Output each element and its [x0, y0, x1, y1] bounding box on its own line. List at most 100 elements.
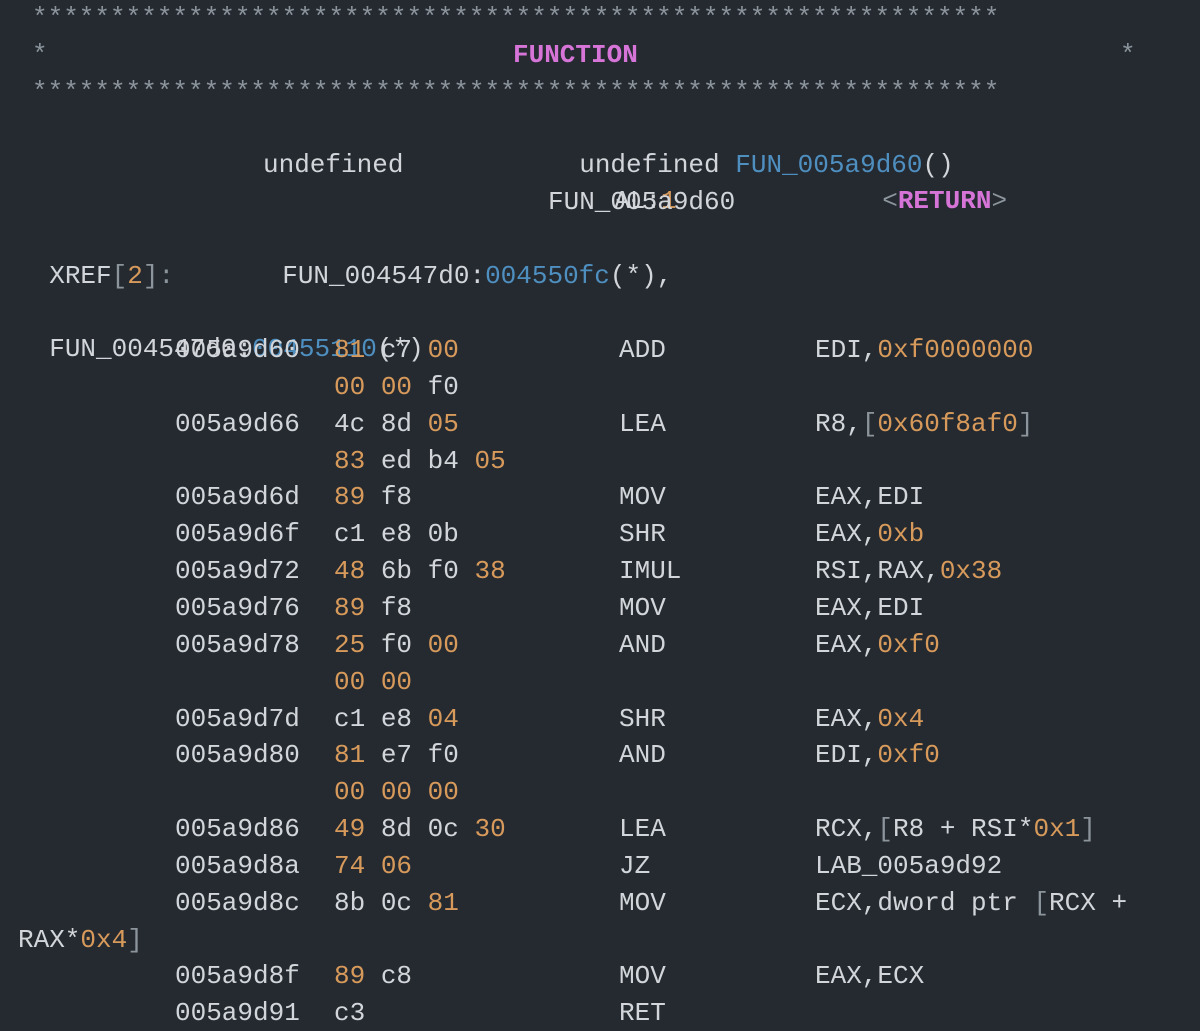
operand-part: [	[861, 408, 878, 439]
operand-part: R8 + RSI*	[893, 814, 1034, 845]
instruction-operands[interactable]: EAX,0x4	[815, 701, 924, 737]
header-star-border-top: ****************************************…	[32, 3, 1000, 33]
xref-ref-1[interactable]: FUN_004547d0:004550fc(*),	[251, 222, 672, 291]
operand-part: EAX,	[815, 519, 878, 550]
instruction-mnemonic[interactable]: LEA	[619, 811, 666, 847]
operand-part: [	[877, 814, 894, 845]
instruction-byte: 4c	[334, 408, 366, 439]
instruction-address[interactable]: 005a9d76	[175, 590, 300, 626]
operand-part: 0x4	[877, 703, 925, 734]
instruction-mnemonic[interactable]: SHR	[619, 516, 666, 552]
instruction-byte: 8d	[380, 814, 413, 845]
instruction-row[interactable]: 005a9d7d c1 e8 04 SHR EAX,0x4	[0, 701, 1200, 737]
operand-part: RSI,RAX,	[815, 556, 940, 587]
instruction-byte: ed	[380, 445, 413, 476]
instruction-operands[interactable]: LAB_005a9d92	[815, 848, 1002, 884]
instruction-mnemonic[interactable]: JZ	[619, 848, 650, 884]
instruction-mnemonic[interactable]: LEA	[619, 406, 666, 442]
instruction-address[interactable]: 005a9d8a	[175, 848, 300, 884]
operand-wrap-continuation: RAX*0x4]	[18, 922, 143, 958]
xref-ref-1-addr[interactable]: 004550fc	[485, 261, 610, 291]
operand-part: [	[1033, 887, 1050, 918]
instruction-row[interactable]: 005a9d80 81 e7 f0 AND EDI,0xf0	[0, 737, 1200, 773]
instruction-byte: 05	[427, 408, 459, 439]
operand-part: 0xb	[877, 519, 925, 550]
instruction-row[interactable]: 005a9d76 89 f8 MOV EAX,EDI	[0, 590, 1200, 626]
xref-ref-2[interactable]: FUN_004547d0:00455110(*)	[18, 295, 423, 364]
instruction-operands[interactable]: EAX,0xf0	[815, 627, 940, 663]
instruction-byte: c8	[380, 961, 413, 992]
instruction-mnemonic[interactable]: SHR	[619, 701, 666, 737]
instruction-operands[interactable]: EAX,0xb	[815, 516, 924, 552]
instruction-row[interactable]: 005a9d8f 89 c8 MOV EAX,ECX	[0, 958, 1200, 994]
instruction-operands[interactable]: R8,[0x60f8af0]	[815, 406, 1033, 442]
instruction-row[interactable]: 005a9d91 c3 RET	[0, 995, 1200, 1031]
instruction-byte: f8	[380, 482, 413, 513]
instruction-row[interactable]: 005a9d86 49 8d 0c 30 LEA RCX,[R8 + RSI*0x1]	[0, 811, 1200, 847]
instruction-mnemonic[interactable]: MOV	[619, 590, 666, 626]
instruction-row[interactable]: 005a9d8c 8b 0c 81 MOV ECX,dword ptr [RCX +	[0, 885, 1200, 921]
instruction-mnemonic[interactable]: MOV	[619, 958, 666, 994]
instruction-address[interactable]: 005a9d60	[175, 332, 300, 368]
instruction-byte: f0	[380, 629, 413, 660]
instruction-address[interactable]: 005a9d7d	[175, 701, 300, 737]
xref-ref-1-func[interactable]: FUN_004547d0:	[282, 261, 485, 291]
instruction-address[interactable]: 005a9d72	[175, 553, 300, 589]
instruction-mnemonic[interactable]: IMUL	[619, 553, 681, 589]
instruction-byte: 0c	[380, 887, 413, 918]
instruction-address[interactable]: 005a9d78	[175, 627, 300, 663]
xref-rbracket: ]:	[142, 261, 175, 291]
instruction-row[interactable]: 005a9d6f c1 e8 0b SHR EAX,0xb	[0, 516, 1200, 552]
instruction-mnemonic[interactable]: AND	[619, 627, 666, 663]
function-signature: undefined FUN_005a9d60()	[548, 111, 954, 180]
operand-part: RCX,	[815, 814, 878, 845]
instruction-mnemonic[interactable]: RET	[619, 995, 666, 1031]
instruction-row[interactable]: 005a9d72 48 6b f0 38 IMUL RSI,RAX,0x38	[0, 553, 1200, 589]
instruction-address[interactable]: 005a9d8f	[175, 958, 300, 994]
operand-part: EAX,EDI	[815, 482, 925, 513]
instruction-address[interactable]: 005a9d8c	[175, 885, 300, 921]
instruction-address[interactable]: 005a9d66	[175, 406, 300, 442]
instruction-row[interactable]: 005a9d78 25 f0 00 AND EAX,0xf0	[0, 627, 1200, 663]
instruction-byte: 00	[427, 777, 459, 808]
operand-part: 0x1	[1033, 814, 1081, 845]
instruction-operands[interactable]: EDI,0xf0000000	[815, 332, 1033, 368]
instruction-address[interactable]: 005a9d80	[175, 737, 300, 773]
operand-part: ]	[127, 924, 143, 955]
instruction-operands[interactable]: EDI,0xf0	[815, 737, 940, 773]
operand-part: EAX,	[815, 703, 878, 734]
instruction-row[interactable]: 005a9d8a 74 06 JZ LAB_005a9d92	[0, 848, 1200, 884]
instruction-bytes-continuation: 00 00 f0	[334, 369, 459, 405]
instruction-byte: c1	[334, 703, 366, 734]
instruction-byte: 81	[334, 335, 366, 365]
instruction-operands[interactable]: RSI,RAX,0x38	[815, 553, 1002, 589]
instruction-byte: 25	[334, 629, 366, 660]
return-storage: AL:1	[583, 147, 676, 216]
instruction-mnemonic[interactable]: MOV	[619, 885, 666, 921]
instruction-row[interactable]: 005a9d6d 89 f8 MOV EAX,EDI	[0, 479, 1200, 515]
operand-part: ]	[1080, 814, 1096, 845]
instruction-address[interactable]: 005a9d91	[175, 995, 300, 1031]
instruction-bytes: 25 f0 00	[334, 627, 459, 663]
operand-part: 0xf0	[877, 740, 940, 771]
instruction-operands[interactable]: EAX,ECX	[815, 958, 924, 994]
instruction-address[interactable]: 005a9d86	[175, 811, 300, 847]
instruction-mnemonic[interactable]: ADD	[619, 332, 666, 368]
instruction-row[interactable]: 005a9d66 4c 8d 05 LEA R8,[0x60f8af0]	[0, 406, 1200, 442]
function-label[interactable]: FUN_005a9d60	[548, 184, 735, 220]
instruction-row[interactable]: 005a9d60 81 c7 00 ADD EDI,0xf0000000	[0, 332, 1200, 368]
instruction-mnemonic[interactable]: AND	[619, 737, 666, 773]
operand-part: 0x38	[939, 556, 1003, 587]
instruction-operands[interactable]: ECX,dword ptr [RCX +	[815, 885, 1127, 921]
instruction-bytes: 81 e7 f0	[334, 737, 459, 773]
instruction-operands[interactable]: EAX,EDI	[815, 479, 924, 515]
instruction-mnemonic[interactable]: MOV	[619, 479, 666, 515]
instruction-operands[interactable]: EAX,EDI	[815, 590, 924, 626]
instruction-address[interactable]: 005a9d6f	[175, 516, 300, 552]
instruction-bytes: 81 c7 00	[334, 332, 459, 368]
instruction-byte: 0c	[427, 814, 459, 845]
instruction-address[interactable]: 005a9d6d	[175, 479, 300, 515]
instruction-byte: c3	[334, 998, 366, 1029]
operand-part: 0x4	[80, 924, 128, 955]
instruction-operands[interactable]: RCX,[R8 + RSI*0x1]	[815, 811, 1096, 847]
